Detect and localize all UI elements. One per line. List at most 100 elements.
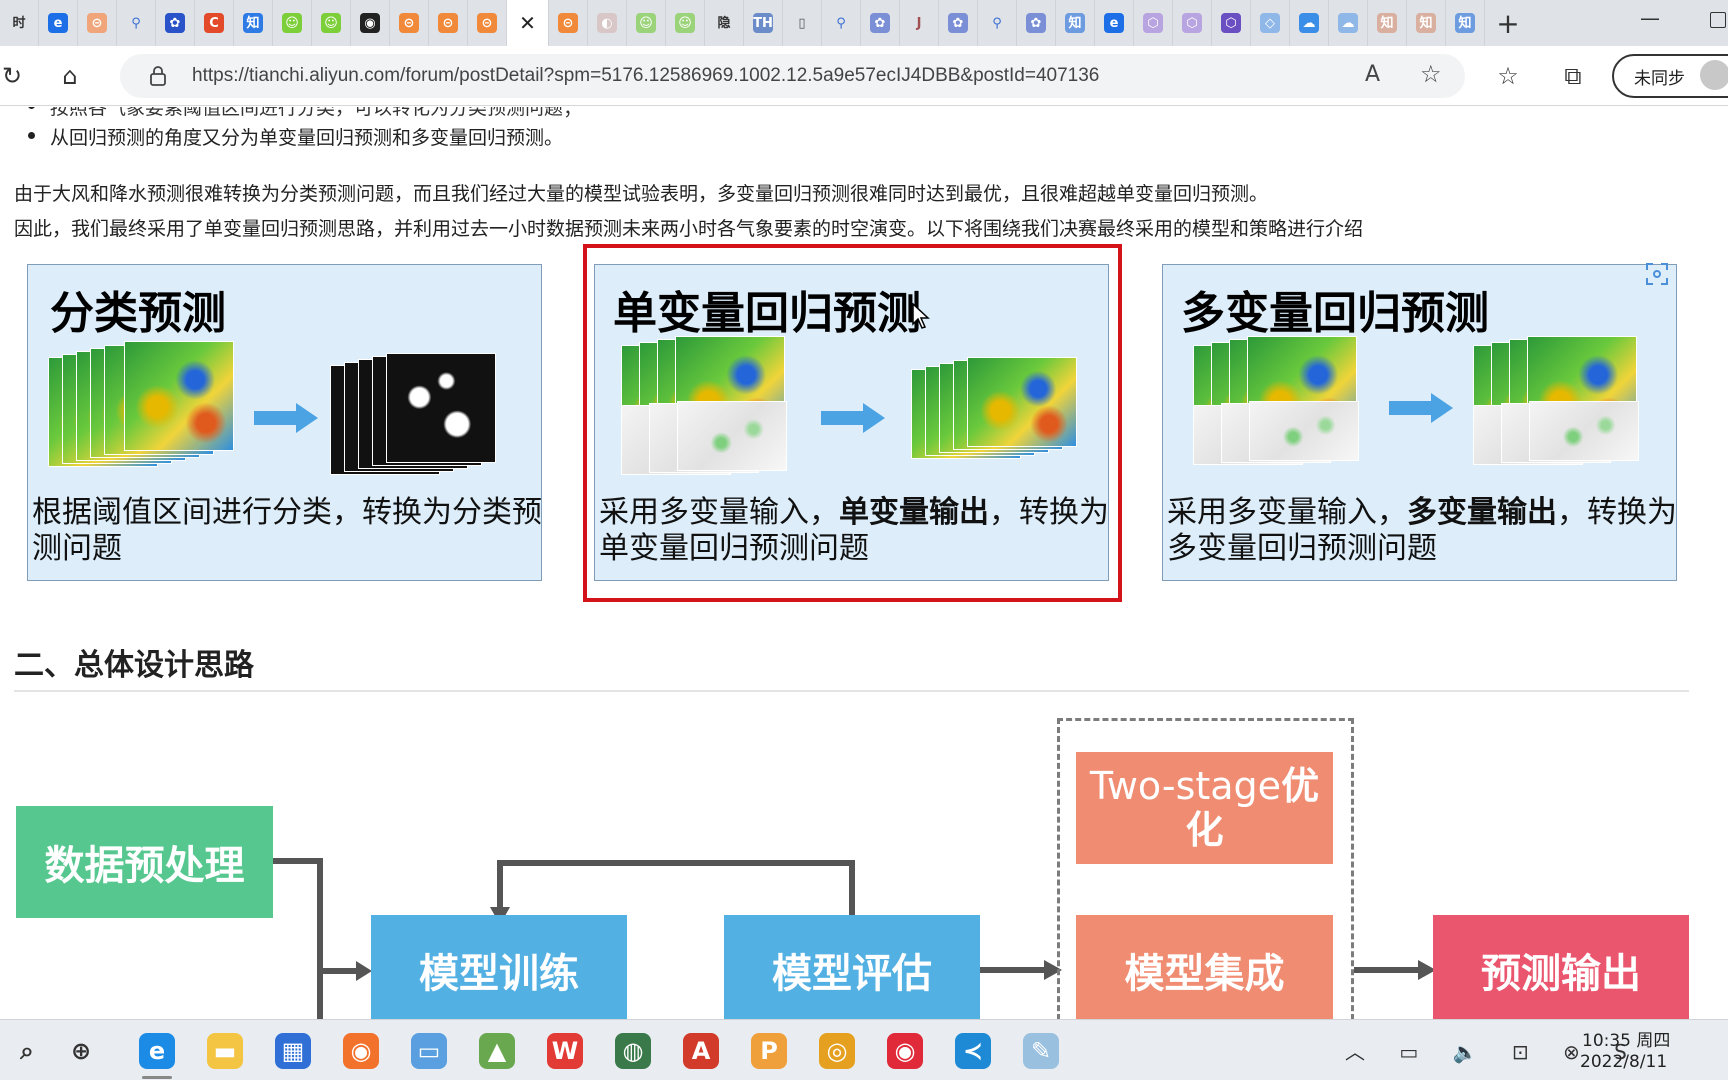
taskbar-remote-desktop-icon[interactable]: ▭ bbox=[406, 1028, 452, 1074]
paint-glyph: ✎ bbox=[1023, 1033, 1059, 1069]
tab-close-icon[interactable]: ✕ bbox=[507, 0, 549, 46]
browser-tab[interactable]: J bbox=[900, 0, 939, 46]
browser-tab[interactable]: 时 bbox=[0, 0, 39, 46]
minimize-button[interactable]: — bbox=[1640, 6, 1660, 30]
flow-box-preprocess: 数据预处理 bbox=[16, 806, 273, 918]
taskbar-paint-icon[interactable]: ✎ bbox=[1018, 1028, 1064, 1074]
new-tab-button[interactable]: + bbox=[1485, 0, 1531, 46]
browser-tab[interactable]: 知 bbox=[1056, 0, 1095, 46]
browser-tab[interactable]: ✿ bbox=[1017, 0, 1056, 46]
browser-tab[interactable]: ◉ bbox=[351, 0, 390, 46]
browser-tab[interactable]: ✿ bbox=[939, 0, 978, 46]
tab-favicon-icon: ▯ bbox=[792, 13, 812, 33]
explorer-glyph: ▬ bbox=[207, 1033, 243, 1069]
browser-tab[interactable]: ⊝ bbox=[78, 0, 117, 46]
browser-tab[interactable]: ◇ bbox=[1251, 0, 1290, 46]
add-favorite-icon[interactable]: ☆ bbox=[1420, 60, 1442, 88]
collections-icon[interactable]: ⧉ bbox=[1557, 60, 1589, 92]
browser-tab[interactable]: 知 bbox=[1446, 0, 1485, 46]
taskbar-search-icon[interactable]: ⌕ bbox=[4, 1028, 50, 1074]
browser-tab[interactable]: 知 bbox=[1407, 0, 1446, 46]
taskbar-edge-icon[interactable]: e bbox=[134, 1028, 180, 1079]
url-text[interactable]: https://tianchi.aliyun.com/forum/postDet… bbox=[192, 65, 1099, 87]
browser-tab[interactable]: ⬡ bbox=[1173, 0, 1212, 46]
browser-tab[interactable]: ☁ bbox=[1290, 0, 1329, 46]
lock-icon bbox=[150, 66, 166, 86]
browser-tab[interactable]: e bbox=[1095, 0, 1134, 46]
tab-favicon-icon: J bbox=[909, 13, 929, 33]
app-green-glyph: ▲ bbox=[479, 1033, 515, 1069]
tab-favicon-icon: ☺ bbox=[321, 13, 341, 33]
browser-tab[interactable]: ⚲ bbox=[978, 0, 1017, 46]
home-icon[interactable]: ⌂ bbox=[54, 60, 86, 92]
tab-favicon-icon: ⊝ bbox=[477, 13, 497, 33]
tab-favicon-icon: ☺ bbox=[675, 13, 695, 33]
refresh-icon[interactable]: ↻ bbox=[0, 60, 28, 92]
firefox-glyph: ◉ bbox=[343, 1033, 379, 1069]
browser-tab[interactable]: ⚲ bbox=[822, 0, 861, 46]
browser-tab[interactable]: ⊝ bbox=[429, 0, 468, 46]
browser-tab[interactable]: ◐ bbox=[588, 0, 627, 46]
tab-favicon-icon: ☁ bbox=[1299, 13, 1319, 33]
browser-tab[interactable]: ☁ bbox=[1329, 0, 1368, 46]
browser-tab[interactable]: ☺ bbox=[273, 0, 312, 46]
pdf-editor-glyph: P bbox=[751, 1033, 787, 1069]
browser-tab[interactable]: 隐 bbox=[705, 0, 744, 46]
tab-favicon-icon: 知 bbox=[1416, 13, 1436, 33]
taskbar-vscode-icon[interactable]: ≺ bbox=[950, 1028, 996, 1074]
browser-tab[interactable]: ✿ bbox=[861, 0, 900, 46]
tab-favicon-icon: C bbox=[204, 13, 224, 33]
browser-tab[interactable]: ☺ bbox=[627, 0, 666, 46]
taskbar-explorer-icon[interactable]: ▬ bbox=[202, 1028, 248, 1074]
tab-strip: 时 e ⊝ ⚲ ✿ C 知 ☺ ☺ ◉ ⊝ ⊝ ⊝ ✕ ⊝ ◐ ☺ ☺ 隐 TH ▯ ⚲ ✿ J ✿ ⚲ ✿ 知 e ⬡ ⬡ ⬡ ◇ ☁ ☁ 知知知 + bbox=[0, 0, 1728, 46]
maximize-button[interactable] bbox=[1710, 12, 1726, 28]
read-aloud-icon[interactable]: A bbox=[1365, 62, 1380, 87]
tab-favicon-icon: TH bbox=[753, 13, 773, 33]
taskbar-chrome-icon[interactable]: ◎ bbox=[814, 1028, 860, 1074]
browser-tab[interactable]: ▯ bbox=[783, 0, 822, 46]
tab-favicon-icon: ⊝ bbox=[558, 13, 578, 33]
clock-date[interactable]: 2022/8/11 bbox=[1580, 1052, 1667, 1072]
browser-tab[interactable]: ⬡ bbox=[1134, 0, 1173, 46]
browser-tab[interactable]: C bbox=[195, 0, 234, 46]
browser-tab[interactable]: ⊝ bbox=[549, 0, 588, 46]
tab-favicon-icon: ⊝ bbox=[399, 13, 419, 33]
taskbar-firefox-icon[interactable]: ◉ bbox=[338, 1028, 384, 1074]
browser-tab[interactable]: ☺ bbox=[666, 0, 705, 46]
flow-box-two-stage: Two-stage优化 bbox=[1076, 752, 1333, 864]
favorites-icon[interactable]: ☆ bbox=[1492, 60, 1524, 92]
avatar[interactable] bbox=[1700, 60, 1728, 90]
browser-tab[interactable]: 知 bbox=[234, 0, 273, 46]
browser-tab[interactable]: e bbox=[39, 0, 78, 46]
taskbar: ⌕ ⊕ e ▬ ▦ ◉ ▭ ▲ W ◍ A P ◎ ◉ ≺ ✎ ︿ ▭ 🔈 ⊡ ⊗ S 10:35 周四 20… bbox=[0, 1019, 1728, 1080]
tab-favicon-icon: 知 bbox=[1065, 13, 1085, 33]
tab-favicon-icon: ✿ bbox=[948, 13, 968, 33]
browser-tab[interactable]: ⊝ bbox=[468, 0, 507, 46]
tab-favicon-icon: ⬡ bbox=[1221, 13, 1241, 33]
clock-time[interactable]: 10:35 周四 bbox=[1582, 1026, 1670, 1051]
taskbar-pdf-editor-icon[interactable]: P bbox=[746, 1028, 792, 1074]
taskbar-wps-icon[interactable]: W bbox=[542, 1028, 588, 1074]
browser-tab[interactable]: ✿ bbox=[156, 0, 195, 46]
tab-favicon-icon: ✿ bbox=[165, 13, 185, 33]
chrome-glyph: ◎ bbox=[819, 1033, 855, 1069]
address-bar[interactable]: https://tianchi.aliyun.com/forum/postDet… bbox=[120, 54, 1465, 98]
browser-tab[interactable]: 知 bbox=[1368, 0, 1407, 46]
browser-tab[interactable]: ☺ bbox=[312, 0, 351, 46]
browser-tab[interactable]: ⊝ bbox=[390, 0, 429, 46]
taskbar-search-app-icon[interactable]: ⊕ bbox=[58, 1028, 104, 1074]
taskbar-acrobat-icon[interactable]: A bbox=[678, 1028, 724, 1074]
store-glyph: ▦ bbox=[275, 1033, 311, 1069]
browser-tab[interactable]: ⚲ bbox=[117, 0, 156, 46]
tab-favicon-icon: 时 bbox=[9, 13, 29, 33]
taskbar-netease-music-icon[interactable]: ◉ bbox=[882, 1028, 928, 1074]
tab-favicon-icon: ◉ bbox=[360, 13, 380, 33]
browser-tab[interactable]: ⬡ bbox=[1212, 0, 1251, 46]
tab-favicon-icon: ⊝ bbox=[438, 13, 458, 33]
tab-favicon-icon: 知 bbox=[1455, 13, 1475, 33]
taskbar-earth-icon[interactable]: ◍ bbox=[610, 1028, 656, 1074]
close-icon: ✕ bbox=[519, 11, 536, 35]
browser-tab[interactable]: TH bbox=[744, 0, 783, 46]
taskbar-app-green-icon[interactable]: ▲ bbox=[474, 1028, 520, 1074]
taskbar-store-icon[interactable]: ▦ bbox=[270, 1028, 316, 1074]
